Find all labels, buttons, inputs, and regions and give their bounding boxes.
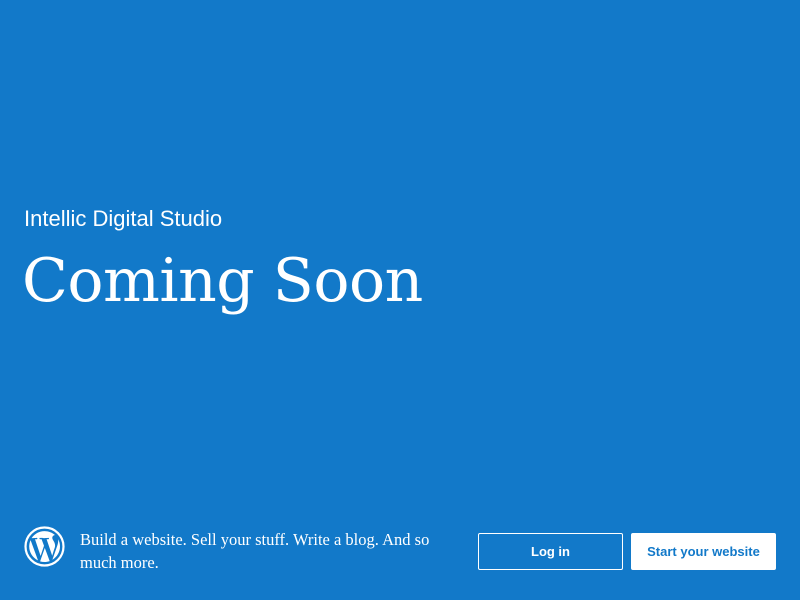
promo-footer: Build a website. Sell your stuff. Write … (24, 526, 776, 578)
login-button[interactable]: Log in (478, 533, 623, 570)
coming-soon-hero: Intellic Digital Studio Coming Soon (22, 205, 423, 317)
promo-tagline: Build a website. Sell your stuff. Write … (80, 530, 430, 572)
start-website-button[interactable]: Start your website (631, 533, 776, 570)
wordpress-logo-icon[interactable] (24, 526, 65, 567)
site-name: Intellic Digital Studio (24, 206, 223, 231)
page-headline: Coming Soon (22, 246, 423, 316)
